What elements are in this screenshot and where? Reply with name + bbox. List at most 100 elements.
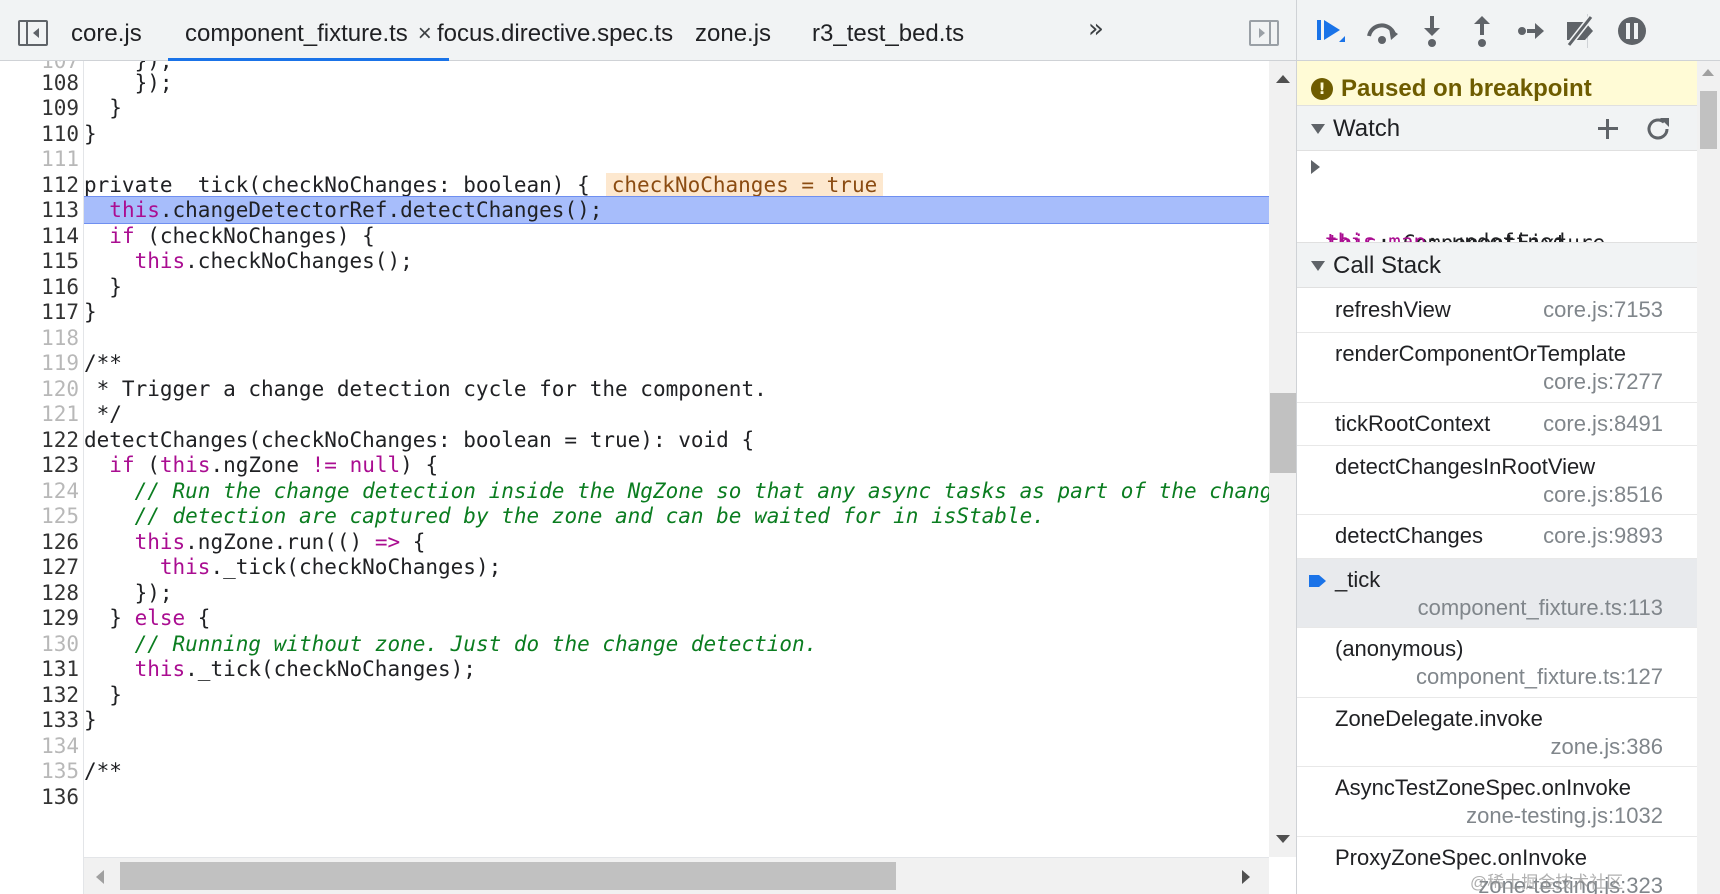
frame-location-link[interactable]: component_fixture.ts:127 [1416, 664, 1663, 690]
line-number[interactable]: 120 [0, 375, 79, 403]
deactivate-breakpoints-icon[interactable] [1561, 12, 1599, 50]
code-line: } [84, 708, 97, 732]
call-frame[interactable]: detectChanges core.js:9893 [1297, 515, 1697, 559]
debugger-toolbar [1297, 0, 1720, 61]
code-area[interactable]: }); }); } } private _tick(checkNoChanges… [84, 61, 1269, 857]
editor-horizontal-scrollbar[interactable] [84, 857, 1269, 894]
line-number[interactable]: 119 [0, 349, 79, 377]
add-watch-expression-icon[interactable] [1593, 114, 1623, 144]
editor-vertical-scrollbar[interactable] [1269, 61, 1296, 857]
line-number[interactable]: 125 [0, 502, 79, 530]
debugger-toggle-icon[interactable] [1249, 20, 1279, 46]
line-number-current[interactable]: 113 [0, 196, 79, 224]
call-frame[interactable]: refreshView core.js:7153 [1297, 289, 1697, 333]
call-frame[interactable]: (anonymous) component_fixture.ts:127 [1297, 628, 1697, 698]
line-number[interactable]: 134 [0, 732, 79, 760]
line-number[interactable]: 131 [0, 655, 79, 683]
line-number[interactable]: 135 [0, 757, 79, 785]
scroll-left-arrow-icon[interactable] [96, 870, 104, 884]
line-number[interactable]: 111 [0, 145, 79, 173]
line-number[interactable]: 124 [0, 477, 79, 505]
line-number-gutter[interactable]: 107 108 109 110 111 112 113 114 115 116 … [0, 61, 84, 894]
navigator-toggle-icon[interactable] [18, 20, 48, 46]
expand-triangle-icon[interactable] [1311, 160, 1320, 174]
scroll-down-arrow-icon[interactable] [1276, 835, 1290, 843]
tab-component-fixture-ts[interactable]: component_fixture.ts × [168, 0, 449, 61]
frame-location-link[interactable]: core.js:7153 [1543, 297, 1663, 323]
line-number[interactable]: 121 [0, 400, 79, 428]
frame-function: _tick [1335, 567, 1381, 592]
line-number[interactable]: 114 [0, 222, 79, 250]
call-stack-section-header[interactable]: Call Stack [1297, 242, 1697, 288]
line-number[interactable]: 110 [0, 120, 79, 148]
resume-icon[interactable] [1311, 12, 1349, 50]
scrollbar-thumb[interactable] [1270, 393, 1296, 473]
scrollbar-thumb[interactable] [1700, 91, 1717, 149]
line-number[interactable]: 128 [0, 579, 79, 607]
call-frame-selected[interactable]: _tick component_fixture.ts:113 [1297, 559, 1697, 628]
frame-function: ZoneDelegate.invoke [1335, 706, 1543, 731]
line-number[interactable]: 130 [0, 630, 79, 658]
code-line: } [84, 275, 122, 299]
line-number[interactable]: 122 [0, 426, 79, 454]
tab-focus-directive-spec-ts[interactable]: focus.directive.spec.ts [437, 0, 673, 61]
collapse-triangle-icon[interactable] [1311, 124, 1325, 134]
line-number[interactable]: 117 [0, 298, 79, 326]
code-line: } [84, 122, 97, 146]
line-number[interactable]: 115 [0, 247, 79, 275]
frame-location-link[interactable]: zone-testing.js:1032 [1466, 803, 1663, 829]
line-number[interactable]: 129 [0, 604, 79, 632]
current-frame-arrow-icon [1309, 575, 1326, 587]
call-frame[interactable]: renderComponentOrTemplate core.js:7277 [1297, 333, 1697, 403]
pause-on-exceptions-icon[interactable] [1613, 12, 1651, 50]
code-line: detectChanges(checkNoChanges: boolean = … [84, 428, 755, 452]
scroll-right-arrow-icon[interactable] [1242, 870, 1250, 884]
scrollbar-thumb[interactable] [120, 862, 896, 890]
close-tab-icon[interactable]: × [418, 20, 432, 47]
line-number[interactable]: 109 [0, 94, 79, 122]
tab-r3-test-bed-ts[interactable]: r3_test_bed.ts [812, 0, 964, 61]
line-number[interactable]: 116 [0, 273, 79, 301]
line-number[interactable]: 126 [0, 528, 79, 556]
line-number[interactable]: 132 [0, 681, 79, 709]
scroll-up-arrow-icon[interactable] [1276, 75, 1290, 83]
frame-function: refreshView [1335, 297, 1451, 322]
line-number[interactable]: 136 [0, 783, 79, 811]
code-line: /** [84, 759, 122, 783]
frame-location-link[interactable]: core.js:8516 [1543, 482, 1663, 508]
line-number[interactable]: 112 [0, 171, 79, 199]
frame-location-link[interactable]: core.js:9893 [1543, 523, 1663, 549]
step-icon[interactable] [1513, 12, 1551, 50]
editor-tab-bar: core.js component_fixture.ts × focus.dire… [0, 0, 1296, 61]
call-frame[interactable]: tickRootContext core.js:8491 [1297, 403, 1697, 446]
frame-location-link[interactable]: core.js:7277 [1543, 369, 1663, 395]
call-frame[interactable]: detectChangesInRootView core.js:8516 [1297, 446, 1697, 515]
line-number[interactable]: 108 [0, 69, 79, 97]
scroll-up-arrow-icon[interactable] [1702, 69, 1714, 76]
call-frame[interactable]: AsyncTestZoneSpec.onInvoke zone-testing.… [1297, 767, 1697, 837]
step-out-icon[interactable] [1463, 12, 1501, 50]
watch-section-header[interactable]: Watch [1297, 105, 1697, 151]
debugger-vertical-scrollbar[interactable] [1697, 61, 1720, 894]
tab-zone-js[interactable]: zone.js [695, 0, 771, 61]
watch-item-this-map[interactable]: this.map: undefined [1297, 185, 1697, 254]
frame-location-link[interactable]: zone.js:386 [1550, 734, 1663, 760]
tab-label: core.js [71, 20, 142, 47]
line-number[interactable]: 123 [0, 451, 79, 479]
refresh-watch-icon[interactable] [1643, 114, 1673, 144]
collapse-triangle-icon[interactable] [1311, 261, 1325, 271]
code-line: */ [84, 402, 122, 426]
line-number[interactable]: 118 [0, 324, 79, 352]
line-number[interactable]: 127 [0, 553, 79, 581]
call-frame[interactable]: ZoneDelegate.invoke zone.js:386 [1297, 698, 1697, 767]
step-over-icon[interactable] [1363, 12, 1401, 50]
frame-location-link[interactable]: core.js:8491 [1543, 411, 1663, 437]
watch-title: Watch [1333, 115, 1401, 142]
step-into-icon[interactable] [1413, 12, 1451, 50]
line-number[interactable]: 133 [0, 706, 79, 734]
tab-core-js[interactable]: core.js [71, 0, 142, 61]
watch-item-this[interactable]: this: ComponentFixture [1297, 148, 1697, 255]
more-tabs-chevron-icon[interactable]: » [1088, 14, 1104, 44]
frame-location-link[interactable]: component_fixture.ts:113 [1418, 595, 1663, 621]
